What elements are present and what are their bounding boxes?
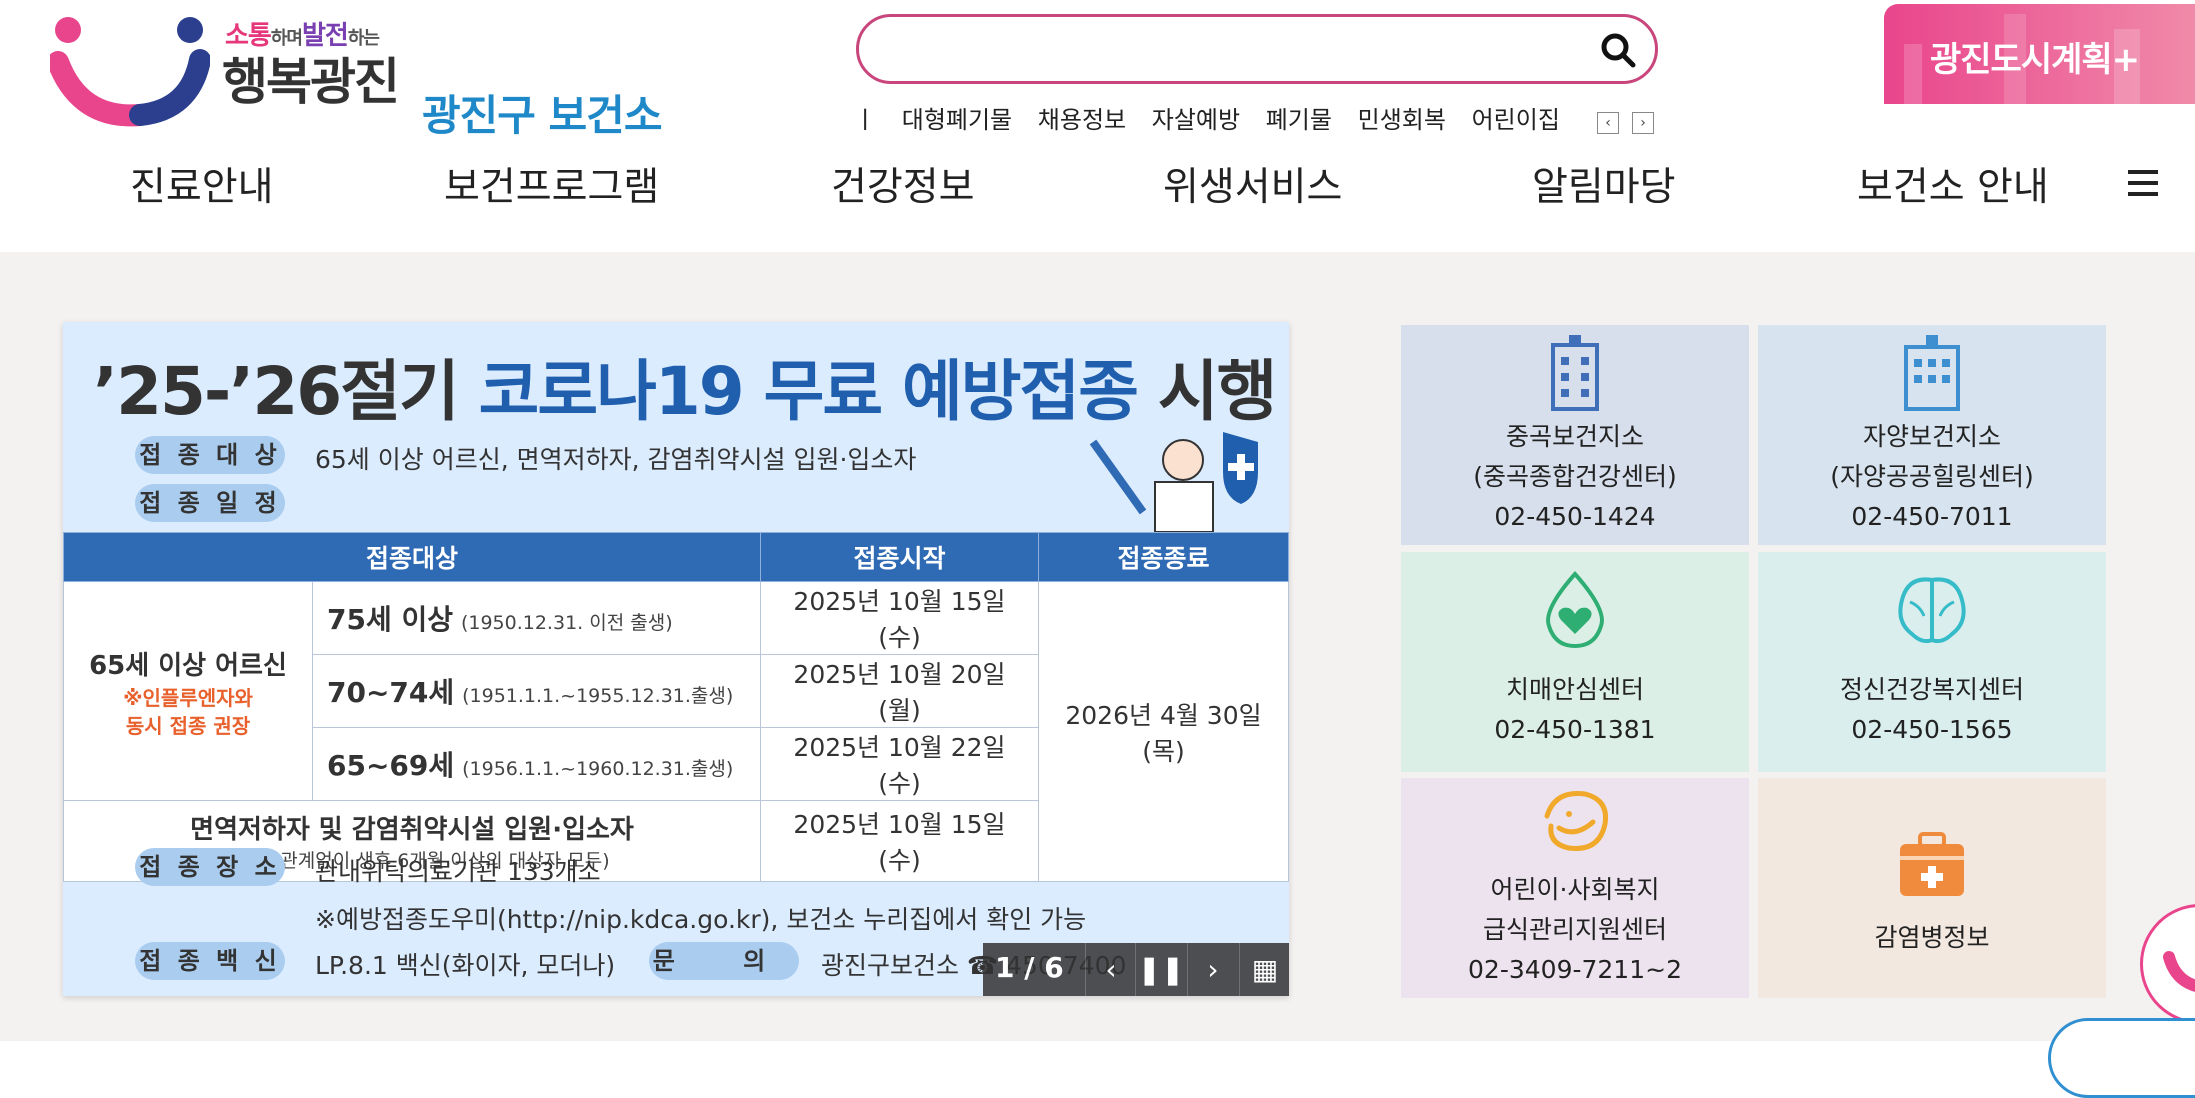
smile-icon (1544, 790, 1609, 851)
keyword-item: ㅣ (854, 106, 877, 134)
heart-drop-icon (1546, 570, 1604, 649)
keyword-item[interactable]: 어린이집 (1472, 106, 1560, 134)
place-label: 접 종 장 소 (135, 848, 285, 886)
card-child-welfare-meal-center[interactable]: 어린이·사회복지 급식관리지원센터 02-3409-7211~2 (1401, 778, 1749, 998)
slide-prev-button[interactable]: ‹ (1085, 943, 1136, 996)
search-box (856, 14, 1658, 84)
table-header: 접종종료 (1038, 532, 1289, 582)
target-text: 65세 이상 어르신, 면역저하자, 감염취약시설 입원·입소자 (315, 445, 917, 474)
table-header: 접종시작 (760, 532, 1039, 582)
slide-title: ’25-’26절기 코로나19 무료 예방접종 시행 (93, 353, 1277, 430)
card-phone: 02-3409-7211~2 (1468, 955, 1682, 984)
age-cell: 75세 이상 (1950.12.31. 이전 출생) (312, 581, 761, 655)
site-header: 소통하며발전하는 행복광진 광진구 보건소 ㅣ 대형폐기물 채용정보 자살예방 … (0, 0, 2195, 252)
first-aid-icon (1900, 832, 1964, 896)
card-dementia-center[interactable]: 치매안심센터 02-450-1381 (1401, 552, 1749, 772)
city-plan-banner[interactable]: 광진도시계획+ (1884, 4, 2195, 104)
popular-keywords: ㅣ 대형폐기물 채용정보 자살예방 폐기물 민생회복 어린이집 (854, 100, 1564, 140)
card-name: 감염병정보 (1874, 923, 1990, 952)
card-name: 어린이·사회복지 (1490, 875, 1660, 904)
card-mental-health-center[interactable]: 정신건강복지센터 02-450-1565 (1758, 552, 2106, 772)
brain-icon (1898, 577, 1966, 644)
table-header: 접종대상 (63, 532, 761, 582)
logo-mark-icon (2163, 951, 2195, 992)
card-phone: 02-450-7011 (1851, 502, 2013, 531)
slide-controls: 1 / 6 ‹ ❚❚ › ▦ (983, 943, 1289, 996)
search-input[interactable] (885, 27, 1569, 73)
logo-mark-icon (50, 17, 210, 127)
keyword-next-button[interactable]: › (1632, 112, 1654, 134)
slide-pause-button[interactable]: ❚❚ (1135, 943, 1186, 996)
card-subname: 급식관리지원센터 (1482, 915, 1667, 944)
doctor-illustration-icon (1089, 432, 1258, 532)
card-name: 정신건강복지센터 (1839, 675, 2024, 704)
start-cell: 2025년 10월 22일(수) (760, 727, 1039, 801)
keyword-item[interactable]: 자살예방 (1152, 106, 1240, 134)
card-phone: 02-450-1424 (1494, 502, 1656, 531)
nav-item-notice[interactable]: 알림마당 (1532, 156, 1676, 212)
start-cell: 2025년 10월 15일(수) (760, 800, 1039, 882)
age-cell: 70~74세 (1951.1.1.~1955.12.31.출생) (312, 654, 761, 728)
keyword-item[interactable]: 채용정보 (1038, 106, 1126, 134)
card-subname: (중곡종합건강센터) (1473, 462, 1677, 491)
start-cell: 2025년 10월 15일(수) (760, 581, 1039, 655)
menu-icon[interactable] (2128, 170, 2158, 196)
keyword-item[interactable]: 폐기물 (1266, 106, 1332, 134)
nav-item-treatment[interactable]: 진료안내 (130, 156, 274, 212)
schedule-label: 접 종 일 정 (135, 484, 285, 522)
card-phone: 02-450-1565 (1851, 715, 2013, 744)
nav-item-about[interactable]: 보건소 안내 (1857, 156, 2049, 212)
vaccination-schedule-table: 접종대상 접종시작 접종종료 65세 이상 어르신 ※인플루엔자와 동시 접종 … (63, 532, 1289, 882)
logo-org-name: 광진구 보건소 (422, 91, 662, 140)
keyword-item[interactable]: 민생회복 (1358, 106, 1446, 134)
search-icon[interactable] (1597, 29, 1639, 71)
nav-item-health-info[interactable]: 건강정보 (831, 156, 975, 212)
vaccine-label: 접 종 백 신 (135, 942, 285, 980)
slide-counter: 1 / 6 (995, 951, 1064, 984)
card-infectious-disease-info[interactable]: 감염병정보 (1758, 778, 2106, 998)
vaccine-text: LP.8.1 백신(화이자, 모더나) (315, 951, 616, 980)
floating-quick-button[interactable] (2048, 1018, 2195, 1098)
contact-label: 문 의 (649, 942, 799, 980)
hospital-icon (1551, 335, 1599, 411)
logo-main-text: 행복광진 (222, 53, 400, 111)
place-text: 관내위탁의료기관 133개소 (315, 857, 601, 886)
place-note: ※예방접종도우미(http://nip.kdca.go.kr), 보건소 누리집… (315, 905, 1087, 934)
elderly-group-cell: 65세 이상 어르신 ※인플루엔자와 동시 접종 권장 (63, 581, 313, 801)
banner-label: 광진도시계획+ (1930, 40, 2140, 80)
end-date-cell: 2026년 4월 30일(목) (1038, 581, 1289, 882)
main-navigation: 진료안내 보건프로그램 건강정보 위생서비스 알림마당 보건소 안내 (0, 150, 2195, 220)
floating-logo-button[interactable] (2140, 904, 2195, 1024)
card-junggok-health-center[interactable]: 중곡보건지소 (중곡종합건강센터) 02-450-1424 (1401, 325, 1749, 545)
start-cell: 2025년 10월 20일(월) (760, 654, 1039, 728)
card-name: 중곡보건지소 (1505, 422, 1644, 451)
card-name: 치매안심센터 (1505, 675, 1644, 704)
card-phone: 02-450-1381 (1494, 715, 1656, 744)
keyword-item[interactable]: 대형폐기물 (902, 106, 1012, 134)
hospital-icon (1904, 335, 1960, 411)
card-subname: (자양공공힐링센터) (1830, 462, 2034, 491)
table-row: 65세 이상 어르신 ※인플루엔자와 동시 접종 권장 75세 이상 (1950… (63, 581, 1289, 882)
slide-next-button[interactable]: › (1187, 943, 1238, 996)
card-name: 자양보건지소 (1862, 422, 2001, 451)
main-slide-banner[interactable]: ’25-’26절기 코로나19 무료 예방접종 시행 접 종 대 상 65세 이… (63, 322, 1289, 996)
keyword-prev-button[interactable]: ‹ (1597, 112, 1619, 134)
slide-all-grid-icon[interactable]: ▦ (1239, 943, 1290, 996)
age-cell: 65~69세 (1956.1.1.~1960.12.31.출생) (312, 727, 761, 801)
nav-item-health-program[interactable]: 보건프로그램 (444, 156, 659, 212)
site-logo[interactable]: 소통하며발전하는 행복광진 광진구 보건소 (50, 10, 690, 140)
card-jayang-health-center[interactable]: 자양보건지소 (자양공공힐링센터) 02-450-7011 (1758, 325, 2106, 545)
nav-item-hygiene[interactable]: 위생서비스 (1163, 156, 1342, 212)
target-label: 접 종 대 상 (135, 436, 285, 474)
